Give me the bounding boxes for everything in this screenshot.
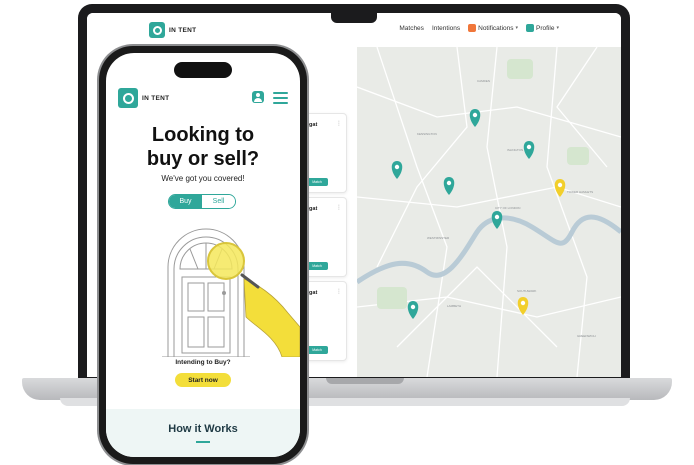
- how-it-works-section: How it Works: [106, 409, 300, 457]
- mobile-screen: IN TENT Looking to buy or sell? We've go…: [106, 53, 300, 457]
- bell-icon: [468, 24, 477, 32]
- london-map[interactable]: CAMDEN KENSINGTON ISLINGTON CITY OF LOND…: [357, 47, 621, 377]
- more-icon[interactable]: ⋮: [336, 288, 342, 295]
- more-icon[interactable]: ⋮: [336, 120, 342, 127]
- svg-text:TOWER HAMLETS: TOWER HAMLETS: [567, 190, 593, 194]
- user-icon[interactable]: [252, 91, 264, 103]
- desktop-nav-links: Matches Intentions Notifications ▾ Profi…: [399, 24, 559, 32]
- logo-text: IN TENT: [142, 94, 170, 102]
- desktop-logo[interactable]: IN TENT: [149, 22, 196, 38]
- svg-text:LAMBETH: LAMBETH: [447, 304, 461, 308]
- hero-title-line2: buy or sell?: [146, 148, 260, 170]
- chevron-down-icon: ▾: [515, 25, 519, 31]
- phone: IN TENT Looking to buy or sell? We've go…: [99, 46, 307, 464]
- map-canvas[interactable]: CAMDEN KENSINGTON ISLINGTON CITY OF LOND…: [357, 47, 621, 377]
- svg-text:ISLINGTON: ISLINGTON: [507, 148, 523, 152]
- nav-profile-label: Profile: [536, 24, 555, 32]
- match-card-title: egat: [306, 206, 318, 212]
- how-it-works-title: How it Works: [168, 423, 238, 435]
- hero-subtitle: We've got you covered!: [161, 174, 245, 183]
- more-icon[interactable]: ⋮: [336, 204, 342, 211]
- dynamic-island: [174, 62, 232, 78]
- logo-text: IN TENT: [169, 26, 197, 34]
- intending-prompt: Intending to Buy?: [175, 359, 231, 366]
- mobile-header: IN TENT: [106, 83, 300, 111]
- toggle-sell[interactable]: Sell: [202, 195, 235, 208]
- nav-notifications[interactable]: Notifications ▾: [468, 24, 518, 32]
- start-now-button[interactable]: Start now: [175, 373, 231, 387]
- svg-text:SOUTHWARK: SOUTHWARK: [517, 289, 536, 293]
- hero-title: Looking to buy or sell?: [106, 123, 300, 171]
- mobile-logo[interactable]: IN TENT: [118, 88, 169, 108]
- svg-text:KENSINGTON: KENSINGTON: [417, 132, 437, 136]
- hamburger-menu-icon[interactable]: [273, 92, 288, 107]
- match-button[interactable]: Match: [306, 178, 328, 186]
- user-icon: [526, 24, 535, 32]
- match-button[interactable]: Match: [306, 346, 328, 354]
- svg-text:CAMDEN: CAMDEN: [477, 79, 490, 83]
- match-card-title: egat: [306, 122, 318, 128]
- svg-text:CITY OF LONDON: CITY OF LONDON: [495, 206, 520, 210]
- svg-text:WESTMINSTER: WESTMINSTER: [427, 236, 450, 240]
- door-magnifier-illustration: [106, 217, 300, 358]
- title-underline: [196, 441, 210, 443]
- svg-text:GREENWICH: GREENWICH: [577, 334, 596, 338]
- nav-notifications-label: Notifications: [478, 24, 514, 32]
- match-button[interactable]: Match: [306, 262, 328, 270]
- toggle-buy[interactable]: Buy: [169, 195, 202, 208]
- hero-title-line1: Looking to: [151, 124, 255, 146]
- logo-icon: [118, 88, 138, 108]
- match-card-title: egat: [306, 290, 318, 296]
- nav-matches[interactable]: Matches: [399, 25, 424, 32]
- nav-intentions[interactable]: Intentions: [432, 25, 460, 32]
- buy-sell-toggle[interactable]: Buy Sell: [168, 194, 236, 209]
- camera-notch: [331, 13, 377, 23]
- laptop-groove: [326, 378, 404, 384]
- logo-icon: [149, 22, 165, 38]
- chevron-down-icon: ▾: [556, 25, 559, 31]
- nav-profile[interactable]: Profile ▾: [526, 24, 559, 32]
